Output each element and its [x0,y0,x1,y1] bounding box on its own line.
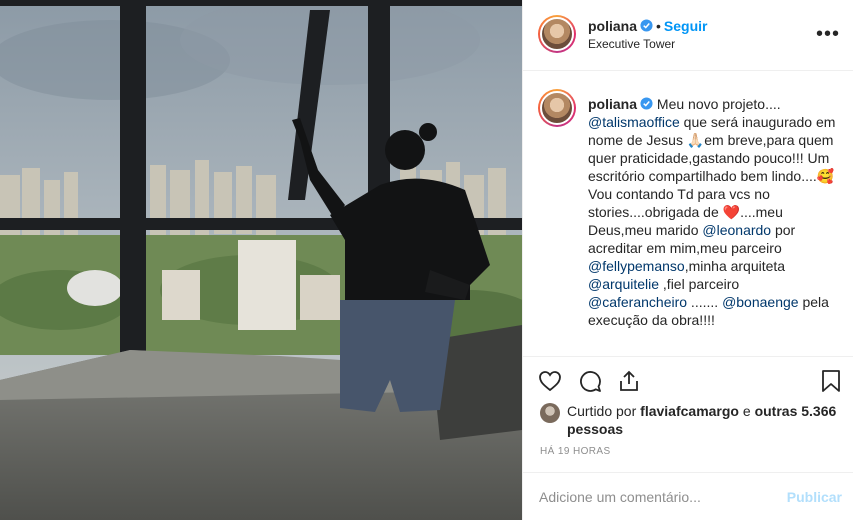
liker-avatar[interactable] [540,403,560,423]
heart-icon[interactable] [538,369,562,393]
publish-button[interactable]: Publicar [787,489,842,505]
likes-prefix: Curtido por [567,403,637,419]
verified-badge-icon [640,19,653,32]
post-timestamp[interactable]: HÁ 19 HORAS [540,446,611,457]
post-header: poliana • Seguir Executive Tower ••• [523,0,853,71]
avatar[interactable] [538,15,576,53]
username-link[interactable]: poliana [588,18,637,34]
verified-badge-icon [640,97,653,110]
bookmark-icon[interactable] [820,369,842,393]
post-panel: poliana • Seguir Executive Tower ••• polia… [522,0,853,520]
caption-fragment: Meu novo projeto.... [656,96,781,112]
caption-fragment: ,fiel parceiro [659,276,740,292]
separator-dot: • [656,18,661,34]
likes-middle: e [742,403,751,419]
comments-section[interactable]: poliana Meu novo projeto.... @talismaoff… [523,71,853,356]
caption-username[interactable]: poliana [588,96,637,112]
location-link[interactable]: Executive Tower [588,37,675,51]
likes-text: Curtido por flaviafcamargo e outras 5.36… [567,402,837,438]
mention-link[interactable]: @fellypemanso [588,258,685,274]
mention-link[interactable]: @caferancheiro [588,294,687,310]
caption-avatar[interactable] [538,89,576,127]
post-photo[interactable] [0,0,522,520]
mention-link[interactable]: @leonardo [702,222,771,238]
mention-link[interactable]: @talismaoffice [588,114,680,130]
caption-fragment: ,minha arquiteta [684,258,786,274]
comment-input[interactable] [539,487,769,507]
photo-scene [0,0,522,520]
liker-username[interactable]: flaviafcamargo [640,403,739,419]
more-options-icon[interactable]: ••• [816,24,840,44]
mention-link[interactable]: @arquitelie [588,276,659,292]
comment-composer: Publicar [523,472,853,520]
caption: poliana Meu novo projeto.... @talismaoff… [588,95,838,329]
caption-text: Meu novo projeto.... @talismaoffice que … [588,96,835,328]
header-user-line: poliana • Seguir [588,18,708,34]
actions-section: Curtido por flaviafcamargo e outras 5.36… [523,356,853,488]
caption-fragment: que será inaugurado em nome de Jesus 🙏🏻e… [588,114,836,238]
follow-button[interactable]: Seguir [664,18,708,34]
comment-icon[interactable] [578,369,602,393]
caption-fragment: ....... [687,294,723,310]
instagram-post: poliana • Seguir Executive Tower ••• polia… [0,0,853,520]
mention-link[interactable]: @bonaenge [722,294,799,310]
share-icon[interactable] [617,369,641,393]
